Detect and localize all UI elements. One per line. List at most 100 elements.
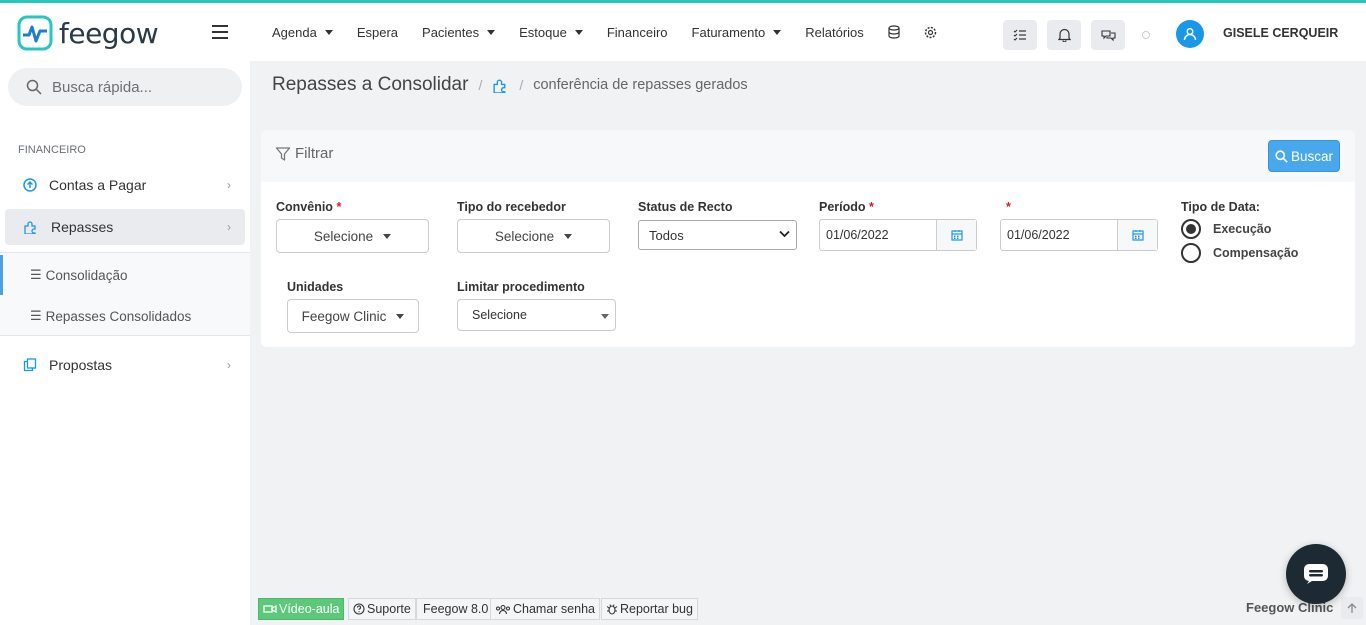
periodo-end-date[interactable]: 01/06/2022 xyxy=(1000,219,1158,251)
gear-icon[interactable] xyxy=(924,26,937,39)
video-camera-icon xyxy=(263,604,277,614)
periodo-label: Período * xyxy=(819,200,874,214)
avatar[interactable] xyxy=(1176,20,1204,48)
user-name[interactable]: GISELE CERQUEIR xyxy=(1223,26,1338,40)
vertical-scrollbar[interactable] xyxy=(1359,61,1366,590)
puzzle-icon xyxy=(24,221,36,234)
menu-espera[interactable]: Espera xyxy=(357,25,398,40)
unidades-dropdown[interactable]: Feegow Clinic xyxy=(287,299,419,333)
quick-search[interactable] xyxy=(8,68,242,106)
chat-widget-button[interactable] xyxy=(1286,544,1346,604)
breadcrumb: Repasses a Consolidar / / conferência de… xyxy=(272,74,748,96)
limitar-procedimento-label: Limitar procedimento xyxy=(457,280,585,294)
tasks-button[interactable] xyxy=(1003,20,1037,50)
user-icon xyxy=(1183,28,1197,41)
convenio-label: Convênio * xyxy=(276,200,341,214)
periodo-label-text: Período xyxy=(819,200,866,214)
chamar-senha-label: Chamar senha xyxy=(513,602,595,616)
caret-down-icon xyxy=(487,29,496,35)
sidebar-subitem-repasses-consolidados[interactable]: ☰ Repasses Consolidados xyxy=(0,296,250,336)
radio-compensacao[interactable]: Compensação xyxy=(1181,243,1298,263)
hamburger-menu-icon[interactable] xyxy=(212,25,228,39)
database-icon[interactable] xyxy=(888,25,900,39)
periodo-start-date[interactable]: 01/06/2022 xyxy=(819,219,977,251)
radio-execucao[interactable]: Execução xyxy=(1181,219,1271,239)
video-aula-button[interactable]: Vídeo-aula xyxy=(258,598,345,620)
notifications-button[interactable] xyxy=(1047,20,1081,50)
menu-relatorios[interactable]: Relatórios xyxy=(805,25,864,40)
menu-label: Estoque xyxy=(519,24,567,40)
reportar-bug-button[interactable]: Reportar bug xyxy=(601,598,698,620)
menu-label: Relatórios xyxy=(805,24,864,40)
filter-card-header: Filtrar Buscar xyxy=(261,130,1355,182)
menu-faturamento[interactable]: Faturamento xyxy=(692,25,782,40)
caret-down-icon xyxy=(383,233,392,239)
menu-estoque[interactable]: Estoque xyxy=(519,25,583,40)
main-menu: Agenda Espera Pacientes Estoque Financei… xyxy=(272,3,961,61)
video-aula-label: Vídeo-aula xyxy=(279,602,340,616)
menu-financeiro[interactable]: Financeiro xyxy=(607,25,668,40)
reportar-bug-label: Reportar bug xyxy=(620,602,693,616)
search-input[interactable] xyxy=(52,78,222,96)
unidades-label: Unidades xyxy=(287,280,344,294)
required-mark: * xyxy=(1006,200,1011,214)
menu-label: Agenda xyxy=(272,24,317,40)
menu-label: Pacientes xyxy=(422,24,480,40)
required-mark: * xyxy=(336,200,342,214)
sidebar-item-label: Propostas xyxy=(49,357,113,373)
required-mark: * xyxy=(869,200,874,214)
status-recto-label: Status de Recto xyxy=(638,200,733,214)
sidebar: feegow FINANCEIRO Contas a Pagar › Repas… xyxy=(0,3,250,625)
sidebar-subitem-label: Repasses Consolidados xyxy=(45,308,192,324)
menu-agenda[interactable]: Agenda xyxy=(272,25,333,40)
caret-down-icon xyxy=(601,314,609,319)
sidebar-item-propostas[interactable]: Propostas › xyxy=(5,347,245,383)
limitar-procedimento-value: Selecione xyxy=(472,308,527,322)
copy-icon xyxy=(23,358,37,372)
chamar-senha-button[interactable]: Chamar senha xyxy=(490,598,600,620)
bell-icon xyxy=(1057,28,1071,42)
search-button-label: Buscar xyxy=(1290,148,1334,164)
tipo-recebedor-label: Tipo do recebedor xyxy=(457,200,566,214)
repasses-submenu: ☰ Consolidação ☰ Repasses Consolidados xyxy=(0,252,250,336)
radio-label: Compensação xyxy=(1213,246,1299,260)
search-button[interactable]: Buscar xyxy=(1268,140,1340,172)
bug-icon xyxy=(606,604,618,615)
convenio-dropdown[interactable]: Selecione xyxy=(276,219,429,253)
filter-card: Filtrar Buscar Convênio * Tipo do recebe… xyxy=(261,130,1355,347)
status-recto-select[interactable]: Todos xyxy=(638,220,797,250)
tipo-recebedor-dropdown[interactable]: Selecione xyxy=(457,219,610,253)
convenio-value: Selecione xyxy=(313,228,374,244)
filter-title: Filtrar xyxy=(275,145,333,162)
periodo-end-value[interactable]: 01/06/2022 xyxy=(1001,220,1117,250)
chevron-right-icon: › xyxy=(227,178,231,192)
scroll-to-top-button[interactable] xyxy=(1341,597,1363,619)
logo[interactable]: feegow xyxy=(17,15,159,51)
limitar-procedimento-select[interactable]: Selecione xyxy=(457,299,616,331)
menu-pacientes[interactable]: Pacientes xyxy=(422,24,496,40)
chevron-right-icon: › xyxy=(227,358,231,372)
feegow-logo-icon xyxy=(17,15,53,51)
page-title: Repasses a Consolidar xyxy=(272,74,469,95)
radio-button[interactable] xyxy=(1181,243,1201,263)
puzzle-icon[interactable] xyxy=(492,78,509,93)
radio-button-selected[interactable] xyxy=(1181,219,1201,239)
sidebar-item-contas-a-pagar[interactable]: Contas a Pagar › xyxy=(5,167,245,203)
tipo-recebedor-value: Selecione xyxy=(494,228,555,244)
search-icon xyxy=(1275,149,1288,163)
calendar-icon[interactable] xyxy=(936,220,976,250)
arrow-up-icon xyxy=(1347,602,1357,613)
caret-down-icon xyxy=(324,29,333,35)
breadcrumb-separator: / xyxy=(519,77,524,93)
sidebar-subitem-consolidacao[interactable]: ☰ Consolidação xyxy=(0,255,250,295)
sidebar-item-repasses[interactable]: Repasses › xyxy=(5,209,245,245)
menu-label: Financeiro xyxy=(606,24,668,40)
suporte-button[interactable]: Suporte xyxy=(348,598,416,620)
version-label: Feegow 8.0 xyxy=(423,602,489,616)
messages-button[interactable] xyxy=(1091,20,1125,50)
chevron-down-icon xyxy=(779,230,790,238)
periodo-start-value[interactable]: 01/06/2022 xyxy=(820,220,936,250)
section-title: FINANCEIRO xyxy=(18,144,86,156)
convenio-label-text: Convênio xyxy=(276,200,333,214)
calendar-icon[interactable] xyxy=(1117,220,1157,250)
